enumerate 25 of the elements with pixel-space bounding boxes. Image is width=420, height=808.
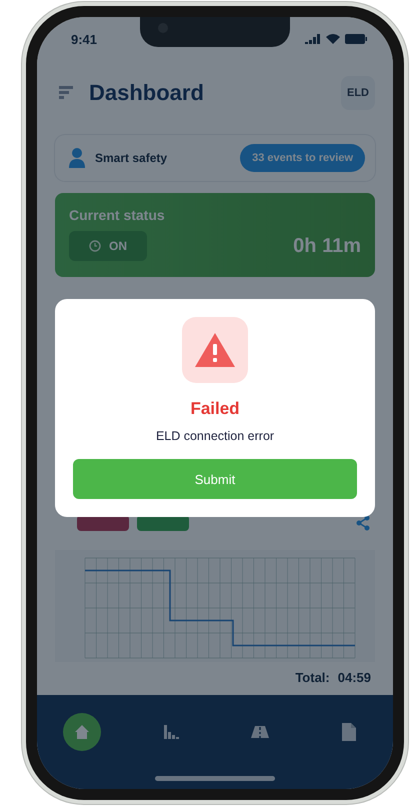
home-icon: [72, 723, 90, 741]
dialog-message: ELD connection error: [156, 429, 274, 443]
battery-icon: [345, 34, 367, 44]
nav-tab[interactable]: [62, 713, 100, 751]
events-button[interactable]: 33 events to review: [240, 144, 365, 172]
total-label: Total:: [295, 670, 330, 685]
road-icon: [248, 724, 270, 740]
status-duration: 0h 11m: [293, 234, 361, 258]
submit-button[interactable]: Submit: [73, 459, 357, 499]
bar-chart-icon: [162, 723, 180, 741]
signal-icon: [305, 34, 321, 44]
status-time: 9:41: [71, 32, 98, 46]
page-title: Dashboard: [89, 80, 205, 106]
total-value: 04:59: [338, 670, 371, 685]
document-icon: [340, 722, 356, 742]
status-chip: ON: [69, 231, 147, 261]
warning-icon: [182, 317, 248, 383]
status-title: Current status: [69, 207, 166, 223]
person-icon: [69, 148, 85, 168]
wifi-icon: [326, 34, 340, 44]
dialog-title: Failed: [190, 399, 240, 419]
eld-button[interactable]: ELD: [341, 76, 375, 110]
smart-safety-label: Smart safety: [95, 151, 168, 165]
clock-icon: [89, 240, 101, 252]
menu-icon[interactable]: [59, 86, 75, 100]
